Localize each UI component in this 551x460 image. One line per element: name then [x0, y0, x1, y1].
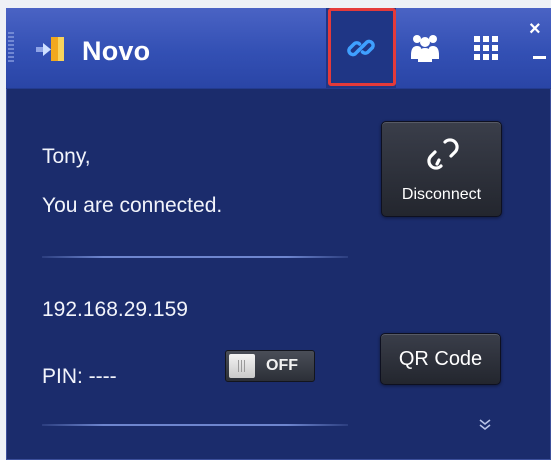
qr-code-button[interactable]: QR Code: [380, 333, 501, 385]
title-bar[interactable]: Novo ×: [6, 8, 551, 89]
connection-status: You are connected.: [42, 194, 223, 217]
users-icon: [411, 35, 439, 62]
toggle-label: OFF: [266, 357, 298, 374]
divider: [42, 256, 348, 258]
disconnect-button[interactable]: Disconnect: [381, 121, 502, 217]
greeting-text: Tony,: [42, 145, 91, 168]
broken-link-icon: [427, 138, 459, 170]
app-title: Novo: [82, 36, 151, 66]
tab-grid[interactable]: [456, 8, 516, 88]
pin-toggle[interactable]: OFF: [225, 350, 315, 382]
tab-users[interactable]: [396, 8, 454, 88]
link-icon: [347, 39, 375, 57]
grid-icon: [474, 36, 498, 60]
ip-address: 192.168.29.159: [42, 298, 188, 321]
drag-grip-icon[interactable]: [8, 32, 14, 64]
minimize-icon[interactable]: [533, 56, 546, 59]
chevron-double-down-icon: [479, 419, 491, 431]
novo-window: Novo × Tony, You are connected. Disconne…: [6, 8, 551, 460]
disconnect-label: Disconnect: [401, 186, 482, 203]
close-icon[interactable]: ×: [529, 19, 541, 39]
toggle-knob[interactable]: [229, 354, 255, 378]
novo-logo-icon: [36, 37, 64, 61]
pin-text: PIN: ----: [42, 365, 117, 388]
tab-link[interactable]: [326, 8, 396, 88]
qr-code-label: QR Code: [398, 347, 483, 370]
divider: [42, 424, 348, 426]
expand-down-icon[interactable]: [478, 418, 492, 436]
